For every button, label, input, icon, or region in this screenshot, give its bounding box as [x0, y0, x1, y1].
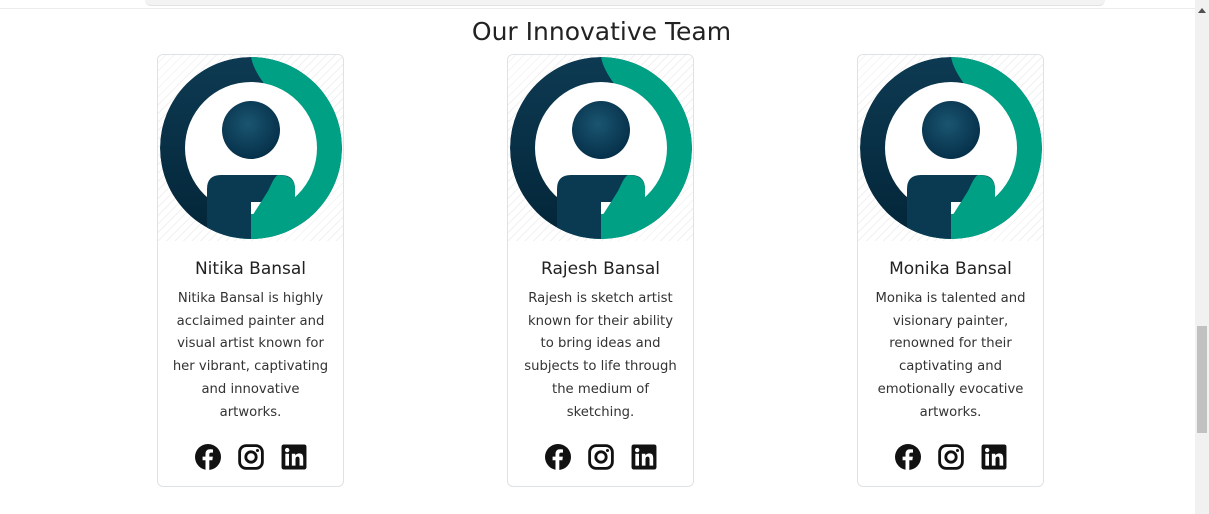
member-description: Rajesh is sketch artist known for their …	[524, 291, 677, 420]
facebook-icon[interactable]	[894, 444, 921, 470]
top-search-bar	[145, 0, 1105, 6]
facebook-icon[interactable]	[194, 444, 221, 470]
scrollbar-thumb[interactable]	[1197, 326, 1207, 433]
team-card: Rajesh Bansal Rajesh is sketch artist kn…	[507, 54, 694, 487]
instagram-icon[interactable]	[237, 444, 264, 470]
social-links	[158, 444, 343, 470]
user-avatar-icon	[860, 57, 1042, 239]
team-card: Nitika Bansal Nitika Bansal is highly ac…	[157, 54, 344, 487]
vertical-scrollbar[interactable]	[1195, 0, 1209, 514]
divider	[0, 8, 1195, 9]
linkedin-icon[interactable]	[281, 444, 307, 470]
instagram-icon[interactable]	[937, 444, 964, 470]
member-description: Nitika Bansal is highly acclaimed painte…	[172, 291, 329, 420]
member-name: Nitika Bansal	[194, 259, 307, 279]
user-avatar-icon	[510, 57, 692, 239]
card-image	[158, 55, 343, 241]
linkedin-icon[interactable]	[631, 444, 657, 470]
card-image	[508, 55, 693, 241]
social-links	[858, 444, 1043, 470]
member-name: Rajesh Bansal	[541, 259, 660, 279]
card-image	[858, 55, 1043, 241]
member-description: Monika is talented and visionary painter…	[875, 291, 1026, 420]
section-title: Our Innovative Team	[471, 17, 732, 46]
team-card: Monika Bansal Monika is talented and vis…	[857, 54, 1044, 487]
scroll-up-arrow-icon[interactable]	[1198, 8, 1206, 13]
member-name: Monika Bansal	[889, 259, 1012, 279]
facebook-icon[interactable]	[544, 444, 571, 470]
linkedin-icon[interactable]	[981, 444, 1007, 470]
user-avatar-icon	[160, 57, 342, 239]
social-links	[508, 444, 693, 470]
instagram-icon[interactable]	[587, 444, 614, 470]
